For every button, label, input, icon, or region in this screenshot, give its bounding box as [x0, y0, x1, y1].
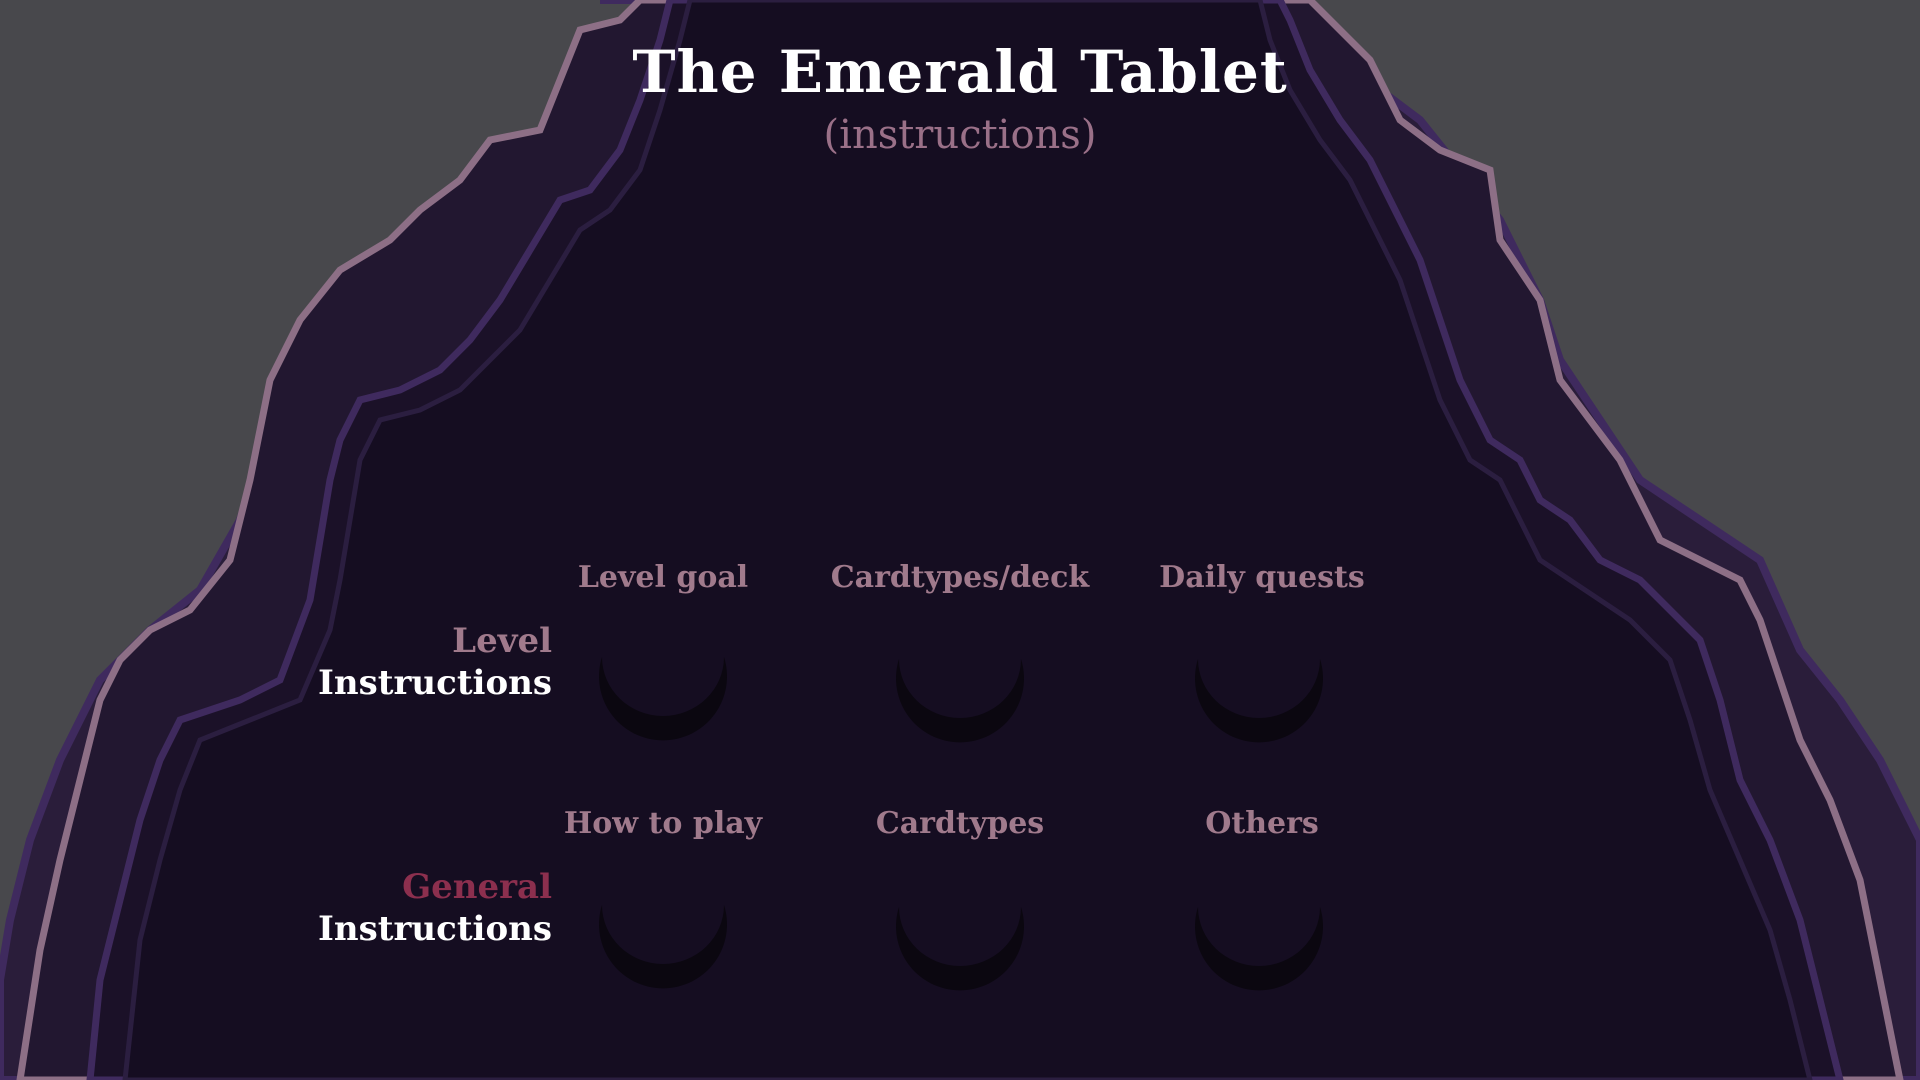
crescent-moon-icon [896, 659, 1024, 743]
how-to-play-button[interactable] [588, 860, 738, 1010]
general-word: General [402, 867, 552, 907]
general-instructions-label: General Instructions [292, 866, 552, 950]
crescent-moon-icon [1195, 659, 1323, 743]
daily-quests-label: Daily quests [1159, 560, 1365, 595]
cardtypes-deck-label: Cardtypes/deck [830, 560, 1090, 595]
how-to-play-label: How to play [563, 806, 763, 841]
cardtypes-label: Cardtypes [875, 806, 1045, 841]
crescent-moon-icon [599, 905, 727, 989]
level-word: Level [452, 621, 552, 661]
crescent-moon-icon [1195, 907, 1323, 991]
level-goal-button[interactable] [588, 612, 738, 762]
daily-quests-button[interactable] [1184, 614, 1334, 764]
instructions-word: Instructions [318, 909, 552, 949]
level-goal-label: Level goal [577, 560, 749, 595]
others-button[interactable] [1184, 862, 1334, 1012]
instructions-word: Instructions [318, 663, 552, 703]
cardtypes-button[interactable] [885, 862, 1035, 1012]
page-title: The Emerald Tablet [632, 38, 1288, 106]
others-label: Others [1205, 806, 1319, 841]
page-subtitle: (instructions) [823, 112, 1097, 158]
crescent-moon-icon [896, 907, 1024, 991]
level-instructions-label: Level Instructions [292, 620, 552, 704]
crescent-moon-icon [599, 657, 727, 741]
cardtypes-deck-button[interactable] [885, 614, 1035, 764]
